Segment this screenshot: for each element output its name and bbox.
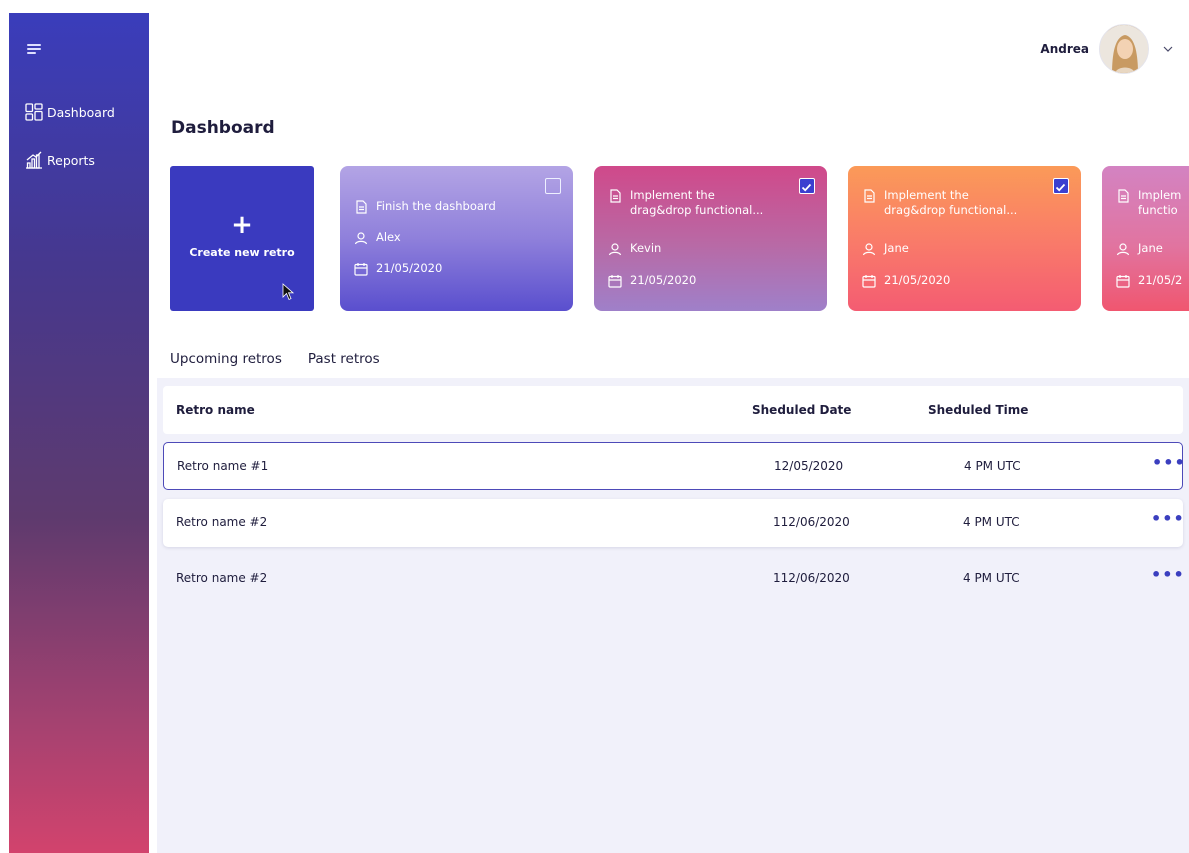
avatar[interactable] (1099, 24, 1149, 74)
page-title: Dashboard (171, 118, 275, 138)
card-assignee-row: Alex (354, 230, 401, 245)
column-header-scheduled-date: Sheduled Date (752, 403, 852, 417)
document-icon (1118, 189, 1129, 203)
column-header-retro-name: Retro name (176, 403, 255, 417)
card-checkbox[interactable] (1053, 178, 1069, 194)
card-title-block: Implement the drag&drop functional... (630, 188, 763, 218)
time-cell: 4 PM UTC (963, 571, 1020, 585)
more-options-icon[interactable]: ••• (1151, 565, 1185, 584)
create-retro-label: Create new retro (189, 246, 295, 259)
calendar-icon (862, 275, 876, 288)
user-icon (354, 232, 368, 245)
user-avatar (1100, 25, 1148, 73)
document-icon (610, 189, 621, 203)
card-title-line2: functio (1138, 203, 1178, 217)
card-assignee-row: Jane (1116, 241, 1163, 256)
card-date: 21/05/2020 (884, 273, 951, 287)
retro-card[interactable]: Finish the dashboard Alex 21/05/2020 (340, 166, 573, 311)
retro-tabs: Upcoming retros Past retros (170, 351, 406, 387)
card-assignee: Alex (376, 230, 401, 244)
document-icon (356, 200, 367, 214)
card-date: 21/05/2020 (630, 273, 697, 287)
sidebar-item-label: Dashboard (47, 104, 115, 120)
card-title-row: Implem functio (1116, 188, 1181, 218)
date-cell: 12/05/2020 (774, 459, 844, 473)
create-retro-button[interactable]: + Create new retro (170, 166, 314, 311)
calendar-icon (354, 263, 368, 276)
card-title: Implement the (884, 188, 969, 202)
mouse-cursor-icon (282, 283, 294, 301)
card-assignee: Kevin (630, 241, 662, 255)
retro-name-cell: Retro name #2 (176, 515, 268, 529)
sidebar: Dashboard Reports (9, 13, 149, 853)
retro-card[interactable]: Implement the drag&drop functional... Ja… (848, 166, 1081, 311)
card-title-row: Implement the drag&drop functional... (862, 188, 1017, 218)
calendar-icon (608, 275, 622, 288)
card-assignee: Jane (884, 241, 909, 255)
user-name: Andrea (1040, 42, 1089, 56)
more-options-icon[interactable]: ••• (1152, 453, 1186, 472)
card-date-row: 21/05/2020 (608, 273, 696, 288)
sidebar-item-dashboard[interactable]: Dashboard (25, 103, 115, 121)
tab-upcoming-retros[interactable]: Upcoming retros (170, 351, 292, 387)
card-date: 21/05/2020 (376, 261, 443, 275)
dashboard-grid-icon (25, 103, 43, 121)
check-icon (1055, 183, 1066, 192)
card-title: Implement the (630, 188, 715, 202)
card-date-row: 21/05/2 (1116, 273, 1182, 288)
card-assignee-row: Jane (862, 241, 909, 256)
retro-cards: + Create new retro Finish the dashboard … (170, 166, 1189, 312)
card-date-row: 21/05/2020 (354, 261, 442, 276)
chevron-down-icon[interactable] (1163, 44, 1173, 54)
card-title: Finish the dashboard (376, 199, 496, 213)
user-icon (1116, 243, 1130, 256)
card-assignee: Jane (1138, 241, 1163, 255)
card-title-line2: drag&drop functional... (884, 203, 1018, 217)
table-row[interactable]: Retro name #2 112/06/2020 4 PM UTC ••• (163, 499, 1185, 547)
column-header-scheduled-time: Sheduled Time (928, 403, 1029, 417)
card-checkbox[interactable] (545, 178, 561, 194)
time-cell: 4 PM UTC (963, 515, 1020, 529)
card-checkbox[interactable] (799, 178, 815, 194)
user-menu[interactable]: Andrea (1040, 24, 1173, 74)
card-date: 21/05/2 (1138, 273, 1183, 287)
date-cell: 112/06/2020 (773, 515, 850, 529)
calendar-icon (1116, 275, 1130, 288)
card-title-block: Implem functio (1138, 188, 1181, 218)
retro-table: Retro name Sheduled Date Sheduled Time R… (157, 378, 1189, 853)
main-content: Andrea Dashboard + Create new retro Fini… (157, 0, 1189, 853)
sidebar-item-reports[interactable]: Reports (25, 151, 95, 169)
more-options-icon[interactable]: ••• (1151, 509, 1185, 528)
table-header: Retro name Sheduled Date Sheduled Time (163, 386, 1183, 434)
card-title-row: Finish the dashboard (354, 199, 496, 214)
retro-card[interactable]: Implement the drag&drop functional... Ke… (594, 166, 827, 311)
table-row[interactable]: Retro name #2 112/06/2020 4 PM UTC ••• (163, 555, 1185, 603)
time-cell: 4 PM UTC (964, 459, 1021, 473)
hamburger-icon[interactable] (27, 44, 41, 54)
retro-name-cell: Retro name #1 (177, 459, 269, 473)
document-icon (864, 189, 875, 203)
card-title-block: Implement the drag&drop functional... (884, 188, 1017, 218)
chart-bars-icon (26, 151, 42, 169)
date-cell: 112/06/2020 (773, 571, 850, 585)
table-row[interactable]: Retro name #1 12/05/2020 4 PM UTC ••• (163, 442, 1186, 490)
plus-icon: + (231, 210, 253, 240)
card-title-line2: drag&drop functional... (630, 203, 764, 217)
user-icon (608, 243, 622, 256)
tab-past-retros[interactable]: Past retros (308, 351, 380, 379)
card-date-row: 21/05/2020 (862, 273, 950, 288)
card-title-row: Implement the drag&drop functional... (608, 188, 763, 218)
check-icon (801, 183, 812, 192)
retro-card[interactable]: Implem functio Jane 21/05/2 (1102, 166, 1189, 311)
card-title: Implem (1138, 188, 1182, 202)
retro-name-cell: Retro name #2 (176, 571, 268, 585)
sidebar-item-label: Reports (47, 152, 95, 168)
card-assignee-row: Kevin (608, 241, 661, 256)
user-icon (862, 243, 876, 256)
